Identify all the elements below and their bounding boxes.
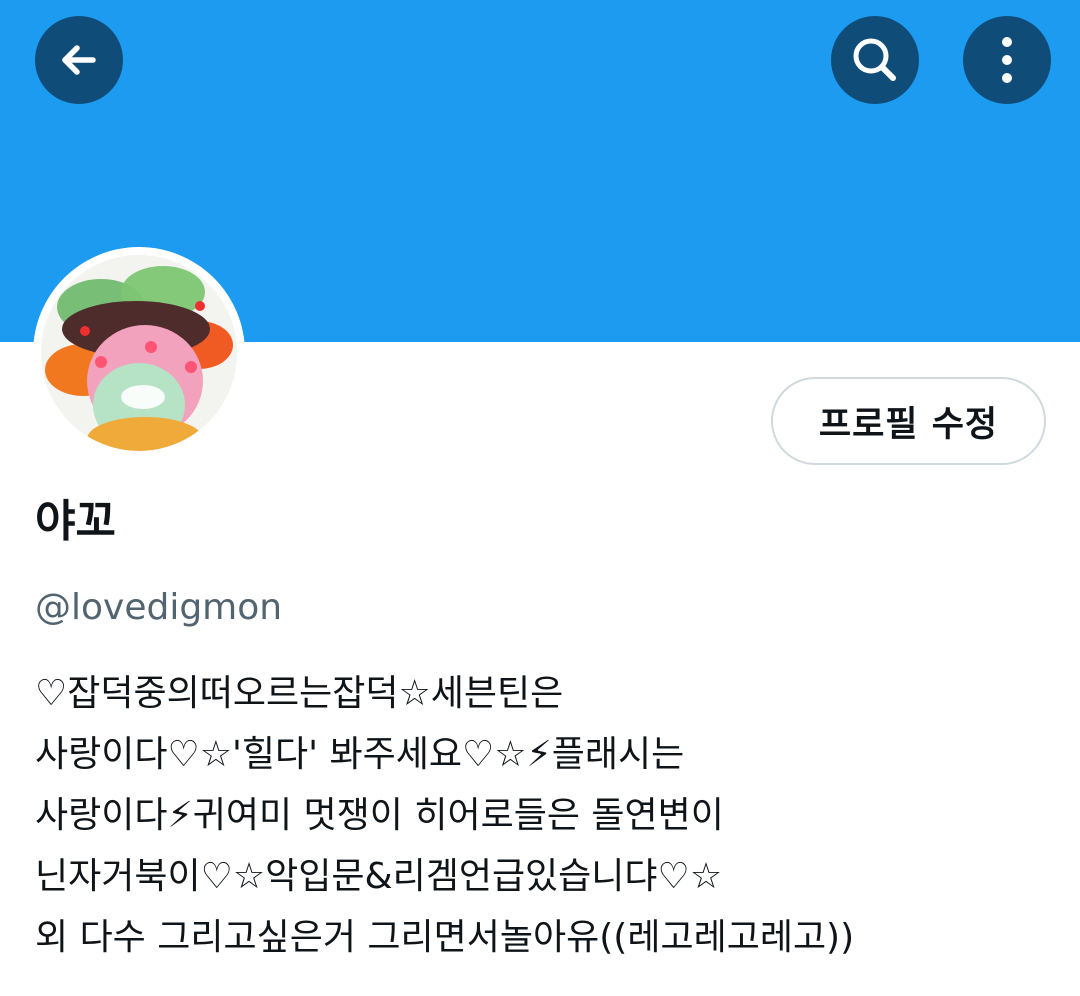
bio-line: ♡잡덕중의떠오르는잡덕☆세븐틴은 — [35, 673, 564, 714]
bio-line: 닌자거북이♡☆악입문&리겜언급있습니댜♡☆ — [35, 856, 723, 897]
display-name: 야꼬 — [35, 496, 116, 547]
arrow-left-icon — [62, 45, 96, 75]
bio-line: 사랑이다⚡귀여미 멋쟁이 히어로들은 돌연변이 — [35, 795, 724, 836]
edit-profile-button[interactable]: 프로필 수정 — [771, 377, 1046, 465]
back-button[interactable] — [35, 16, 123, 104]
handle: @lovedigmon — [35, 587, 283, 628]
bio-line: 사랑이다♡☆'힐다' 봐주세요♡☆⚡플래시는 — [35, 734, 685, 775]
bio-line: 외 다수 그리고싶은거 그리면서놀아유((레고레고레고)) — [35, 917, 855, 958]
more-vertical-icon — [1002, 37, 1012, 83]
profile-avatar — [41, 255, 237, 451]
profile-bio: ♡잡덕중의떠오르는잡덕☆세븐틴은 사랑이다♡☆'힐다' 봐주세요♡☆⚡플래시는 … — [35, 674, 1045, 979]
search-icon — [853, 38, 896, 81]
search-button[interactable] — [831, 16, 919, 104]
more-options-button[interactable] — [963, 16, 1051, 104]
avatar-frame[interactable] — [33, 247, 245, 459]
